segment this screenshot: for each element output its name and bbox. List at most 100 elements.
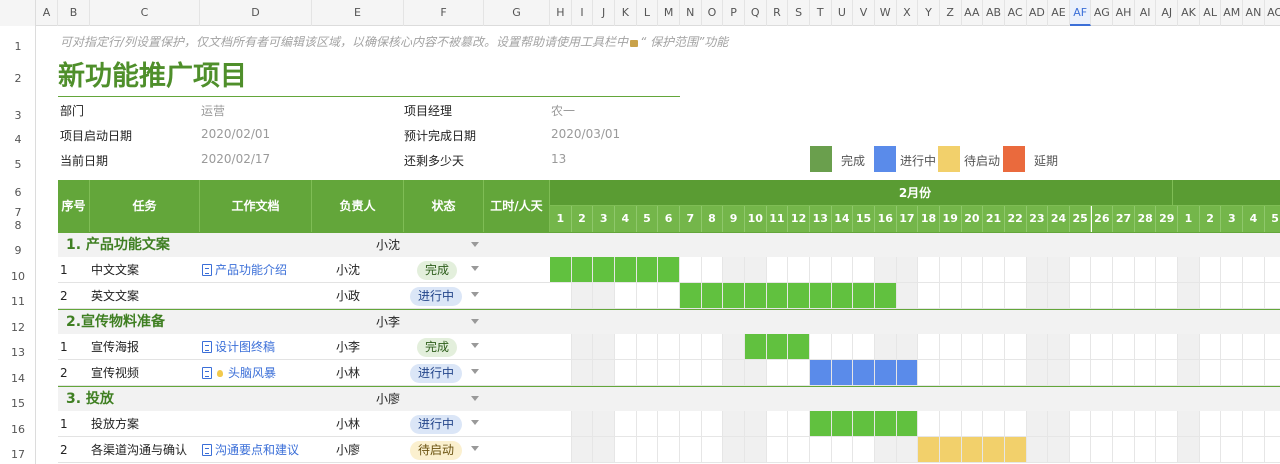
gantt-cell[interactable] bbox=[1221, 411, 1244, 437]
day-header[interactable]: 28 bbox=[1134, 206, 1157, 232]
gantt-cell[interactable] bbox=[614, 360, 637, 386]
status-badge[interactable]: 完成 bbox=[417, 338, 458, 357]
section-row[interactable]: 3. 投放 小廖 bbox=[58, 386, 1280, 411]
gantt-cell[interactable] bbox=[961, 360, 984, 386]
gantt-bar-cell[interactable] bbox=[658, 257, 680, 283]
gantt-cell[interactable] bbox=[831, 334, 854, 360]
gantt-cell[interactable] bbox=[918, 334, 940, 360]
gantt-cell[interactable] bbox=[853, 437, 875, 463]
column-header-s[interactable]: S bbox=[788, 0, 810, 26]
gantt-cell[interactable] bbox=[636, 360, 659, 386]
gantt-cell[interactable] bbox=[593, 411, 615, 437]
gantt-cell[interactable] bbox=[1026, 437, 1049, 463]
day-header[interactable]: 4 bbox=[1243, 206, 1265, 232]
column-header-n[interactable]: N bbox=[680, 0, 702, 26]
gantt-cell[interactable] bbox=[1264, 283, 1280, 309]
gantt-cell[interactable] bbox=[788, 437, 810, 463]
row-number[interactable]: 13 bbox=[0, 346, 36, 359]
column-header-g[interactable]: G bbox=[484, 0, 550, 26]
gantt-cell[interactable] bbox=[939, 334, 962, 360]
task-owner[interactable]: 小政 bbox=[336, 283, 360, 309]
column-header-ag[interactable]: AG bbox=[1092, 0, 1114, 26]
gantt-cell[interactable] bbox=[1048, 334, 1070, 360]
chevron-down-icon[interactable] bbox=[471, 369, 479, 374]
gantt-cell[interactable] bbox=[550, 360, 572, 386]
gantt-cell[interactable] bbox=[1069, 360, 1092, 386]
gantt-cell[interactable] bbox=[853, 334, 875, 360]
column-header-ab[interactable]: AB bbox=[983, 0, 1005, 26]
day-header[interactable]: 25 bbox=[1069, 206, 1092, 232]
gantt-cell[interactable] bbox=[1069, 257, 1092, 283]
gantt-cell[interactable] bbox=[1048, 360, 1070, 386]
doc-link[interactable]: 头脑风暴 bbox=[202, 360, 276, 386]
gantt-cell[interactable] bbox=[1134, 360, 1157, 386]
gantt-bar-cell[interactable] bbox=[744, 283, 767, 309]
column-header-o[interactable]: O bbox=[702, 0, 724, 26]
header-seq[interactable]: 序号 bbox=[58, 180, 90, 232]
doc-link-label[interactable]: 头脑风暴 bbox=[228, 366, 276, 380]
gantt-bar-cell[interactable] bbox=[853, 411, 875, 437]
column-header-ak[interactable]: AK bbox=[1178, 0, 1200, 26]
gantt-bar-cell[interactable] bbox=[874, 360, 897, 386]
gantt-cell[interactable] bbox=[983, 411, 1005, 437]
gantt-bar-cell[interactable] bbox=[571, 257, 594, 283]
gantt-cell[interactable] bbox=[983, 334, 1005, 360]
gantt-cell[interactable] bbox=[1156, 334, 1179, 360]
gantt-cell[interactable] bbox=[679, 334, 702, 360]
row-number[interactable]: 3 bbox=[0, 109, 36, 122]
gantt-cell[interactable] bbox=[701, 437, 724, 463]
column-header-r[interactable]: R bbox=[767, 0, 789, 26]
gantt-cell[interactable] bbox=[636, 334, 659, 360]
gantt-cell[interactable] bbox=[1199, 411, 1222, 437]
gantt-cell[interactable] bbox=[788, 360, 810, 386]
gantt-bar-cell[interactable] bbox=[701, 283, 724, 309]
gantt-cell[interactable] bbox=[1113, 411, 1135, 437]
column-header-q[interactable]: Q bbox=[745, 0, 767, 26]
gantt-cell[interactable] bbox=[571, 411, 594, 437]
gantt-bar-cell[interactable] bbox=[550, 257, 572, 283]
gantt-bar-cell[interactable] bbox=[896, 360, 919, 386]
gantt-cell[interactable] bbox=[766, 437, 789, 463]
gantt-cell[interactable] bbox=[701, 411, 724, 437]
gantt-cell[interactable] bbox=[831, 437, 854, 463]
gantt-cell[interactable] bbox=[918, 283, 940, 309]
gantt-cell[interactable] bbox=[723, 257, 745, 283]
gantt-cell[interactable] bbox=[636, 437, 659, 463]
gantt-cell[interactable] bbox=[766, 411, 789, 437]
column-header-af[interactable]: AF bbox=[1069, 0, 1092, 26]
gantt-bar-cell[interactable] bbox=[636, 257, 659, 283]
gantt-cell[interactable] bbox=[983, 257, 1005, 283]
row-number[interactable]: 8 bbox=[0, 219, 36, 232]
row-number[interactable]: 15 bbox=[0, 397, 36, 410]
gantt-bar-cell[interactable] bbox=[939, 437, 962, 463]
column-header-t[interactable]: T bbox=[810, 0, 832, 26]
gantt-cell[interactable] bbox=[593, 283, 615, 309]
row-number[interactable]: 9 bbox=[0, 244, 36, 257]
gantt-cell[interactable] bbox=[614, 437, 637, 463]
column-header-aa[interactable]: AA bbox=[962, 0, 984, 26]
status-badge[interactable]: 进行中 bbox=[410, 415, 463, 434]
gantt-cell[interactable] bbox=[1199, 257, 1222, 283]
gantt-cell[interactable] bbox=[809, 437, 832, 463]
gantt-cell[interactable] bbox=[896, 283, 919, 309]
column-header-l[interactable]: L bbox=[637, 0, 659, 26]
row-number[interactable]: 7 bbox=[0, 206, 36, 219]
gantt-bar-cell[interactable] bbox=[1004, 437, 1027, 463]
header-task[interactable]: 任务 bbox=[90, 180, 200, 232]
gantt-cell[interactable] bbox=[1243, 283, 1265, 309]
gantt-cell[interactable] bbox=[1134, 334, 1157, 360]
gantt-cell[interactable] bbox=[1243, 411, 1265, 437]
task-name[interactable]: 投放方案 bbox=[91, 411, 139, 437]
day-header[interactable]: 4 bbox=[614, 206, 637, 232]
gantt-cell[interactable] bbox=[1091, 360, 1114, 386]
column-header-j[interactable]: J bbox=[593, 0, 615, 26]
task-name[interactable]: 宣传视频 bbox=[91, 360, 139, 386]
column-header-w[interactable]: W bbox=[875, 0, 897, 26]
gantt-cell[interactable] bbox=[896, 334, 919, 360]
gantt-cell[interactable] bbox=[571, 437, 594, 463]
gantt-cell[interactable] bbox=[1243, 360, 1265, 386]
remaining-days-value[interactable]: 13 bbox=[551, 152, 566, 166]
gantt-cell[interactable] bbox=[1199, 334, 1222, 360]
gantt-bar-cell[interactable] bbox=[896, 411, 919, 437]
gantt-cell[interactable] bbox=[658, 437, 680, 463]
